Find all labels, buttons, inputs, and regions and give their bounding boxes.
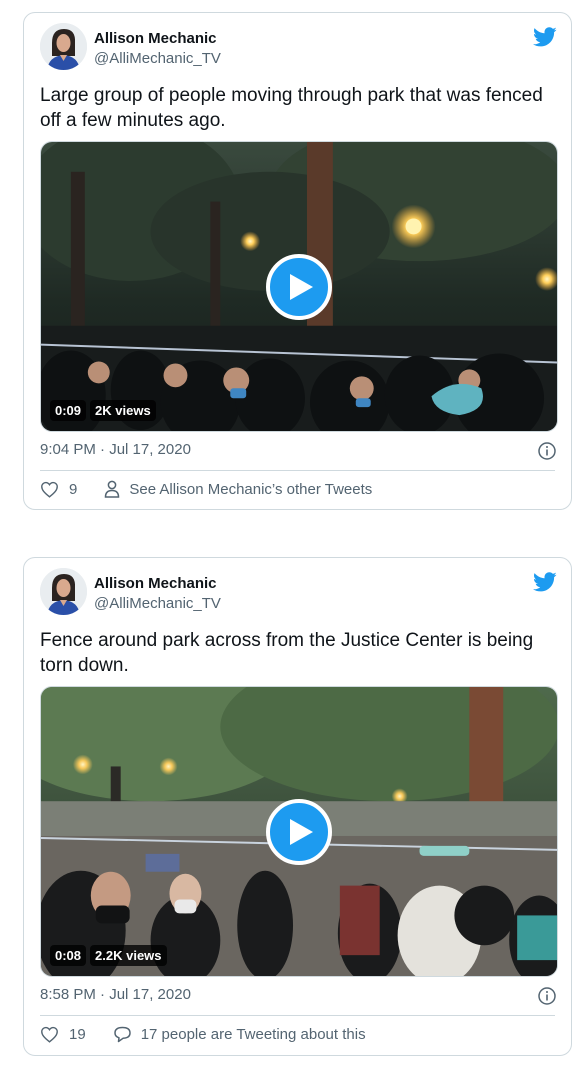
tweet-text: Large group of people moving through par… <box>40 85 543 131</box>
play-icon <box>290 819 313 845</box>
video-duration: 0:09 <box>50 400 87 421</box>
other-tweets-link[interactable]: See Allison Mechanic’s other Tweets <box>104 480 372 498</box>
tweet-timestamp[interactable]: 8:58 PM · Jul 17, 2020 <box>40 986 191 1003</box>
tweet-card[interactable]: Allison Mechanic @AlliMechanic_TV Large … <box>23 12 572 510</box>
tweet-card[interactable]: Allison Mechanic @AlliMechanic_TV Fence … <box>23 557 572 1056</box>
info-icon[interactable] <box>537 441 557 461</box>
heart-icon <box>41 481 58 498</box>
tweet-actions: 19 17 people are Tweeting about this <box>40 1025 366 1043</box>
video-views: 2K views <box>90 400 156 421</box>
like-button[interactable]: 19 <box>40 1026 113 1043</box>
twitter-bird-icon[interactable] <box>533 570 557 594</box>
display-name[interactable]: Allison Mechanic <box>94 575 217 592</box>
video-meta: 0:08 2.2K views <box>50 945 167 966</box>
like-count: 19 <box>69 1025 86 1043</box>
video-duration: 0:08 <box>50 945 87 966</box>
tweeting-about-link[interactable]: 17 people are Tweeting about this <box>113 1025 366 1043</box>
play-icon <box>290 274 313 300</box>
divider <box>40 470 555 471</box>
divider <box>40 1015 555 1016</box>
video-player[interactable]: 0:09 2K views <box>40 141 558 432</box>
person-icon <box>105 480 120 498</box>
tweeting-about-label: 17 people are Tweeting about this <box>140 1025 366 1043</box>
display-name[interactable]: Allison Mechanic <box>94 30 217 47</box>
avatar[interactable] <box>40 568 87 615</box>
speech-bubble-icon <box>113 1026 131 1043</box>
play-button[interactable] <box>266 254 332 320</box>
avatar[interactable] <box>40 23 87 70</box>
tweet-text: Fence around park across from the Justic… <box>40 630 534 676</box>
tweet-actions: 9 See Allison Mechanic’s other Tweets <box>40 480 372 498</box>
video-views: 2.2K views <box>90 945 167 966</box>
video-player[interactable]: 0:08 2.2K views <box>40 686 558 977</box>
video-meta: 0:09 2K views <box>50 400 156 421</box>
like-count: 9 <box>69 480 78 498</box>
heart-icon <box>41 1026 58 1043</box>
info-icon[interactable] <box>537 986 557 1006</box>
twitter-bird-icon[interactable] <box>533 25 557 49</box>
play-button[interactable] <box>266 799 332 865</box>
tweet-timestamp[interactable]: 9:04 PM · Jul 17, 2020 <box>40 441 191 458</box>
like-button[interactable]: 9 <box>40 481 104 498</box>
other-tweets-label: See Allison Mechanic’s other Tweets <box>129 480 373 498</box>
handle[interactable]: @AlliMechanic_TV <box>94 595 221 612</box>
handle[interactable]: @AlliMechanic_TV <box>94 50 221 67</box>
